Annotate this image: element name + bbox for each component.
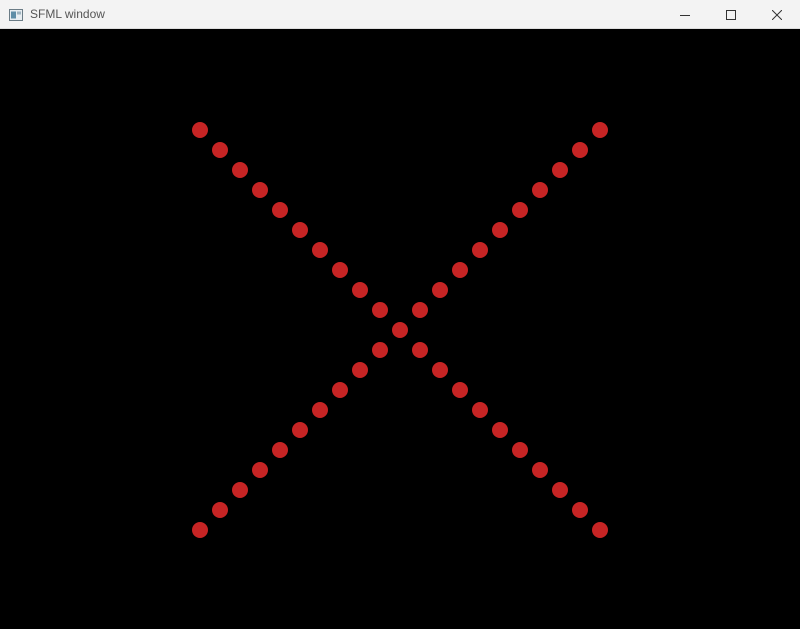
red-dot	[432, 282, 448, 298]
red-dot	[452, 262, 468, 278]
minimize-button[interactable]	[662, 0, 708, 29]
red-dot	[472, 242, 488, 258]
close-icon	[772, 9, 782, 20]
red-dot	[372, 342, 388, 358]
red-dot	[532, 462, 548, 478]
red-dot	[572, 502, 588, 518]
red-dot	[392, 322, 408, 338]
red-dot	[192, 122, 208, 138]
x-pattern	[192, 122, 608, 538]
red-dot	[372, 302, 388, 318]
red-dot	[492, 222, 508, 238]
red-dot	[552, 162, 568, 178]
red-dot	[232, 162, 248, 178]
red-dot	[272, 202, 288, 218]
red-dot	[512, 202, 528, 218]
red-dot	[212, 502, 228, 518]
maximize-button[interactable]	[708, 0, 754, 29]
red-dot	[552, 482, 568, 498]
red-dot	[352, 362, 368, 378]
red-dot	[412, 342, 428, 358]
red-dot	[532, 182, 548, 198]
red-dot	[332, 382, 348, 398]
red-dot	[592, 522, 608, 538]
red-dot	[292, 222, 308, 238]
minimize-icon	[680, 14, 690, 16]
red-dot	[252, 182, 268, 198]
sfml-app-icon	[9, 8, 23, 21]
red-dot	[232, 482, 248, 498]
red-dot	[192, 522, 208, 538]
window-title: SFML window	[30, 7, 105, 21]
red-dot	[412, 302, 428, 318]
red-dot	[592, 122, 608, 138]
red-dot	[312, 402, 328, 418]
render-canvas[interactable]	[0, 30, 800, 629]
maximize-icon	[726, 9, 736, 20]
red-dot	[572, 142, 588, 158]
red-dot	[212, 142, 228, 158]
red-dot	[272, 442, 288, 458]
red-dot	[252, 462, 268, 478]
red-dot	[452, 382, 468, 398]
window-controls	[662, 0, 800, 29]
red-dot	[472, 402, 488, 418]
close-button[interactable]	[754, 0, 800, 29]
red-dot	[292, 422, 308, 438]
red-dot	[432, 362, 448, 378]
red-dot	[512, 442, 528, 458]
red-dot	[312, 242, 328, 258]
red-dot	[352, 282, 368, 298]
red-dot	[492, 422, 508, 438]
sfml-window: SFML window	[0, 0, 800, 629]
title-bar[interactable]: SFML window	[0, 0, 800, 29]
red-dot	[332, 262, 348, 278]
